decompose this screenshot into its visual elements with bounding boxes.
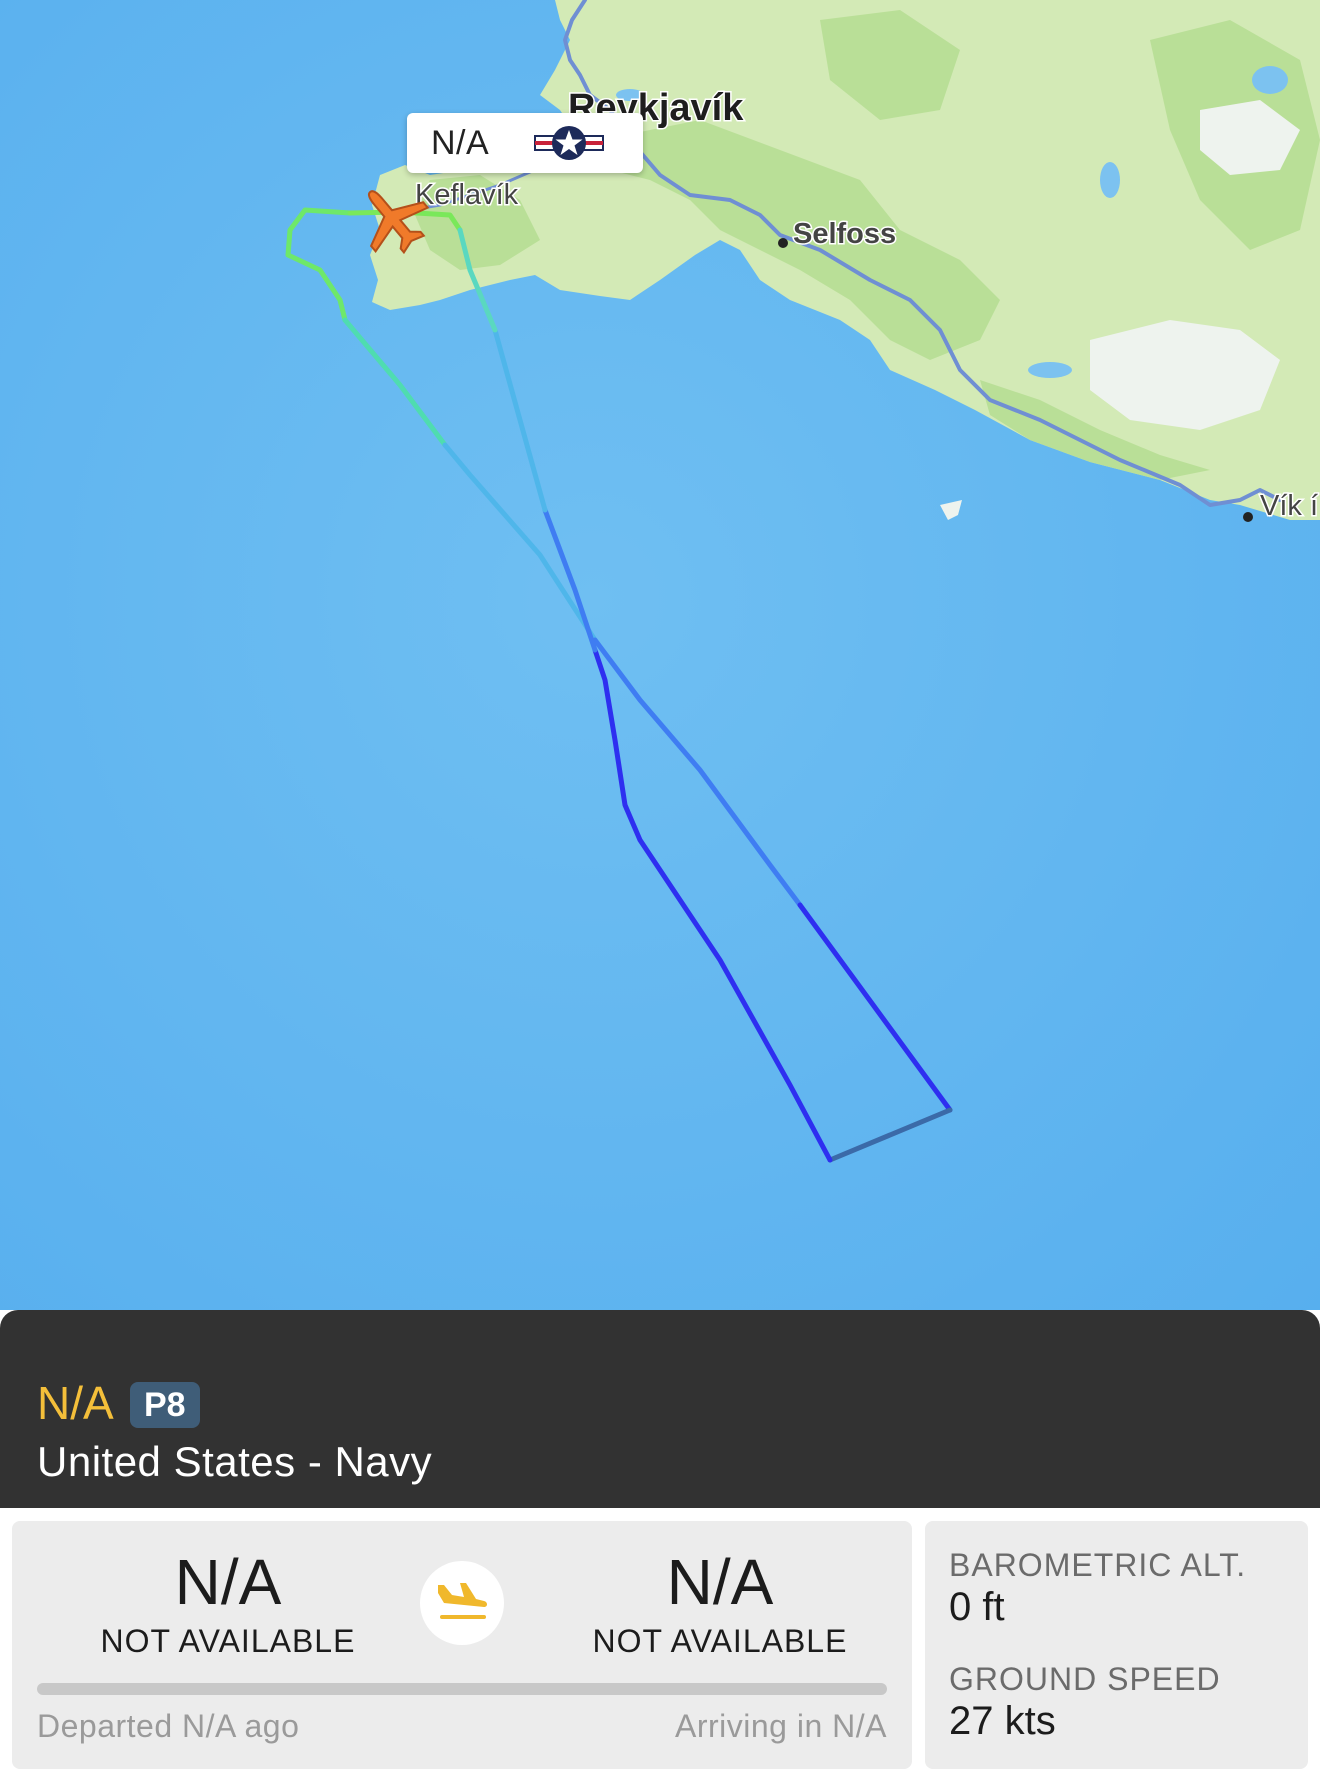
flight-operator: United States - Navy [37, 1438, 433, 1485]
ground-speed-value: 27 kts [949, 1699, 1056, 1743]
route-card[interactable]: N/A NOT AVAILABLE N/A NOT AVAILABLE Depa… [12, 1521, 912, 1769]
departure-code: N/A [174, 1546, 282, 1618]
flight-callsign: N/A [37, 1377, 114, 1429]
place-dot-vik [1243, 512, 1253, 522]
arrival-name: NOT AVAILABLE [592, 1623, 848, 1659]
callout-registration: N/A [431, 123, 490, 162]
place-label-keflavik[interactable]: Keflavík [414, 178, 521, 213]
stats-card[interactable]: BAROMETRIC ALT. 0 ft GROUND SPEED 27 kts [925, 1521, 1308, 1769]
lake [1028, 362, 1072, 378]
arrival-code: N/A [666, 1546, 774, 1618]
flight-info-panel: N/A P8 United States - Navy N/A NOT AVAI… [0, 1310, 1320, 1769]
flight-progress-bar [37, 1683, 887, 1695]
lake [1100, 162, 1120, 198]
departure-name: NOT AVAILABLE [100, 1623, 356, 1659]
place-label-selfoss[interactable]: Selfoss [792, 217, 898, 252]
place-dot-selfoss [778, 238, 788, 248]
altitude-label: BAROMETRIC ALT. [949, 1547, 1247, 1583]
ground-speed-label: GROUND SPEED [949, 1661, 1221, 1697]
altitude-value: 0 ft [949, 1585, 1005, 1629]
flight-header[interactable]: N/A P8 United States - Navy [0, 1310, 1320, 1508]
place-label-vik[interactable]: Vík í [1259, 489, 1320, 524]
aircraft-callout[interactable]: N/A [407, 113, 643, 173]
lake [1252, 66, 1288, 94]
flight-map[interactable]: Reykjavík Keflavík Selfoss Vík í [0, 0, 1320, 1330]
aircraft-type-badge: P8 [130, 1382, 200, 1428]
landing-plane-icon [420, 1561, 504, 1645]
us-navy-roundel-icon [534, 126, 604, 160]
arrival-time: Arriving in N/A [675, 1708, 887, 1744]
departure-time: Departed N/A ago [37, 1708, 300, 1744]
